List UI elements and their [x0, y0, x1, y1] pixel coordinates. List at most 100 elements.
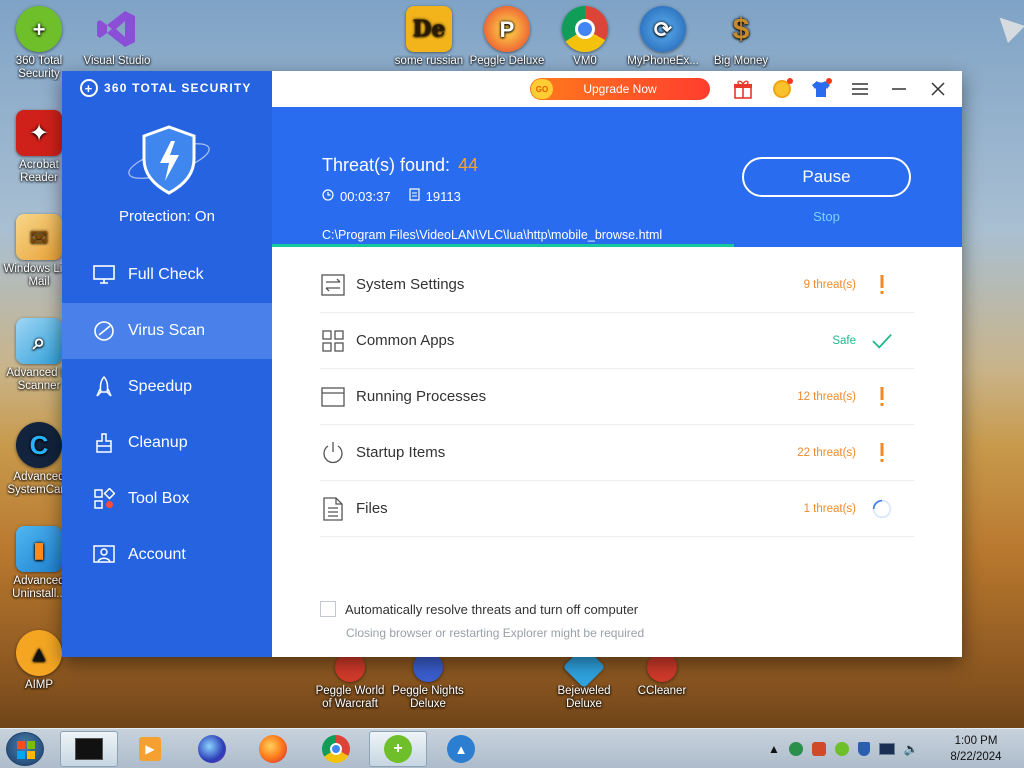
taskbar-terminal[interactable] — [60, 731, 118, 767]
result-status: 12 threat(s) — [797, 390, 856, 403]
sidebar-item-account[interactable]: Account — [62, 527, 272, 583]
desktop-icon-vm0[interactable]: VM0 — [546, 6, 624, 68]
desktop-icon-peggle-nights[interactable]: Peggle Nights Deluxe — [389, 652, 467, 711]
result-row-common-apps[interactable]: Common Apps Safe — [320, 313, 914, 369]
threats-found-count: 44 — [458, 155, 479, 175]
toolbox-icon — [92, 487, 116, 511]
media-player-icon: ▶ — [139, 737, 161, 761]
virus-scan-icon — [92, 319, 116, 343]
sidebar-item-label: Speedup — [128, 378, 193, 395]
desktop-icon-myphoneexplorer[interactable]: ⟳ MyPhoneEx... — [624, 6, 702, 68]
peggle-icon: P — [484, 6, 530, 52]
title-bar: GO Upgrade Now — [272, 71, 962, 107]
app-brand-label: 360 TOTAL SECURITY — [104, 81, 252, 95]
sidebar-item-full-check[interactable]: Full Check — [62, 247, 272, 303]
stop-button[interactable]: Stop — [742, 209, 911, 224]
apps-grid-icon — [320, 328, 346, 354]
firefox-dev-icon — [198, 735, 226, 763]
loading-spinner-icon — [872, 498, 892, 520]
desktop-icon-peggle-wow[interactable]: Peggle World of Warcraft — [311, 652, 389, 711]
result-status: Safe — [832, 334, 856, 347]
gift-icon[interactable] — [731, 77, 755, 101]
taskbar-firefox-dev[interactable] — [183, 731, 241, 767]
sidebar-item-cleanup[interactable]: Cleanup — [62, 415, 272, 471]
desktop-icon-peggle-deluxe[interactable]: P Peggle Deluxe — [468, 6, 546, 68]
result-row-startup-items[interactable]: Startup Items 22 threat(s) — [320, 425, 914, 481]
files-scanned: 19113 — [409, 188, 461, 204]
power-icon — [320, 440, 346, 466]
desktop-icon-ccleaner[interactable]: CCleaner — [623, 652, 701, 698]
tray-shield-icon[interactable] — [857, 742, 870, 756]
file-icon — [320, 496, 346, 522]
sidebar-item-label: Virus Scan — [128, 322, 206, 339]
taskbar-aimp[interactable]: ▲ — [432, 731, 490, 767]
sidebar-item-speedup[interactable]: Speedup — [62, 359, 272, 415]
shirt-icon[interactable] — [809, 77, 833, 101]
desktop-icon-360-total-security[interactable]: + 360 Total Security — [0, 6, 78, 81]
tray-360-icon[interactable] — [834, 742, 849, 756]
uninstaller-icon: ▮ — [16, 526, 62, 572]
menu-icon[interactable] — [848, 77, 872, 101]
warning-exclamation-icon — [872, 274, 892, 296]
warning-exclamation-icon — [872, 386, 892, 408]
checkmark-icon — [872, 330, 892, 352]
scan-results-list: System Settings 9 threat(s) Common Apps … — [320, 257, 914, 537]
sidebar-item-tool-box[interactable]: Tool Box — [62, 471, 272, 527]
taskbar-360-total-security[interactable]: + — [369, 731, 427, 767]
coin-icon[interactable] — [770, 77, 794, 101]
taskbar-chrome[interactable] — [307, 731, 365, 767]
scan-progress-bar — [272, 244, 962, 247]
sidebar-item-virus-scan[interactable]: Virus Scan — [62, 303, 272, 359]
taskbar-media-player[interactable]: ▶ — [121, 731, 179, 767]
account-icon — [92, 543, 116, 567]
network-icon[interactable] — [878, 743, 895, 755]
chrome-icon — [562, 6, 608, 52]
aimp-icon: ▲ — [16, 630, 62, 676]
sidebar-item-label: Full Check — [128, 266, 204, 283]
result-row-files[interactable]: Files 1 threat(s) — [320, 481, 914, 537]
current-scan-path: C:\Program Files\VideoLAN\VLC\lua\http\m… — [322, 228, 663, 242]
taskbar-firefox[interactable] — [244, 731, 302, 767]
result-status: 22 threat(s) — [797, 446, 856, 459]
clock-icon — [322, 188, 334, 204]
de-app-icon: De — [406, 6, 452, 52]
desktop-icon-big-money[interactable]: $ Big Money — [702, 6, 780, 68]
firefox-icon — [259, 735, 287, 763]
aimp-icon: ▲ — [447, 735, 475, 763]
document-icon — [409, 188, 420, 204]
show-hidden-icons-icon[interactable]: ▲ — [768, 742, 780, 756]
tray-app-icon[interactable] — [788, 742, 803, 756]
desktop-icon-some-russian[interactable]: De some russian — [390, 6, 468, 68]
chrome-icon — [322, 735, 350, 763]
monitor-icon — [92, 263, 116, 287]
sidebar-item-label: Account — [128, 546, 186, 563]
auto-resolve-option[interactable]: Automatically resolve threats and turn o… — [320, 601, 638, 617]
result-row-running-processes[interactable]: Running Processes 12 threat(s) — [320, 369, 914, 425]
go-badge: GO — [531, 79, 553, 99]
result-label: Files — [356, 500, 388, 517]
sidebar: + 360 TOTAL SECURITY Protection: On Full… — [62, 71, 272, 657]
close-icon[interactable] — [926, 77, 950, 101]
desktop-icon-visual-studio[interactable]: Visual Studio — [78, 6, 156, 68]
taskbar-clock[interactable]: 1:00 PM 8/22/2024 — [940, 733, 1012, 765]
result-status: 9 threat(s) — [803, 278, 856, 291]
threats-found-label: Threat(s) found: — [322, 155, 451, 175]
pause-button[interactable]: Pause — [742, 157, 911, 197]
result-label: Running Processes — [356, 388, 487, 405]
pointer-cursor-icon — [991, 9, 1024, 43]
files-scanned-value: 19113 — [425, 188, 461, 204]
tray-app-icon[interactable] — [811, 742, 826, 756]
start-button[interactable] — [6, 732, 44, 766]
app-window-360-total-security: + 360 TOTAL SECURITY Protection: On Full… — [62, 71, 962, 657]
minimize-icon[interactable] — [887, 77, 911, 101]
upgrade-now-button[interactable]: GO Upgrade Now — [530, 78, 710, 100]
scan-meta: 00:03:37 19113 — [322, 188, 461, 204]
notification-dot — [787, 78, 793, 84]
desktop-icon-bejeweled[interactable]: Bejeweled Deluxe — [545, 645, 623, 711]
app-brand: + 360 TOTAL SECURITY — [80, 79, 252, 97]
visual-studio-icon — [94, 6, 140, 52]
auto-resolve-checkbox[interactable] — [320, 601, 336, 617]
volume-icon[interactable]: 🔈 — [904, 742, 919, 756]
system-tray: ▲ 🔈 — [768, 729, 919, 768]
result-row-system-settings[interactable]: System Settings 9 threat(s) — [320, 257, 914, 313]
